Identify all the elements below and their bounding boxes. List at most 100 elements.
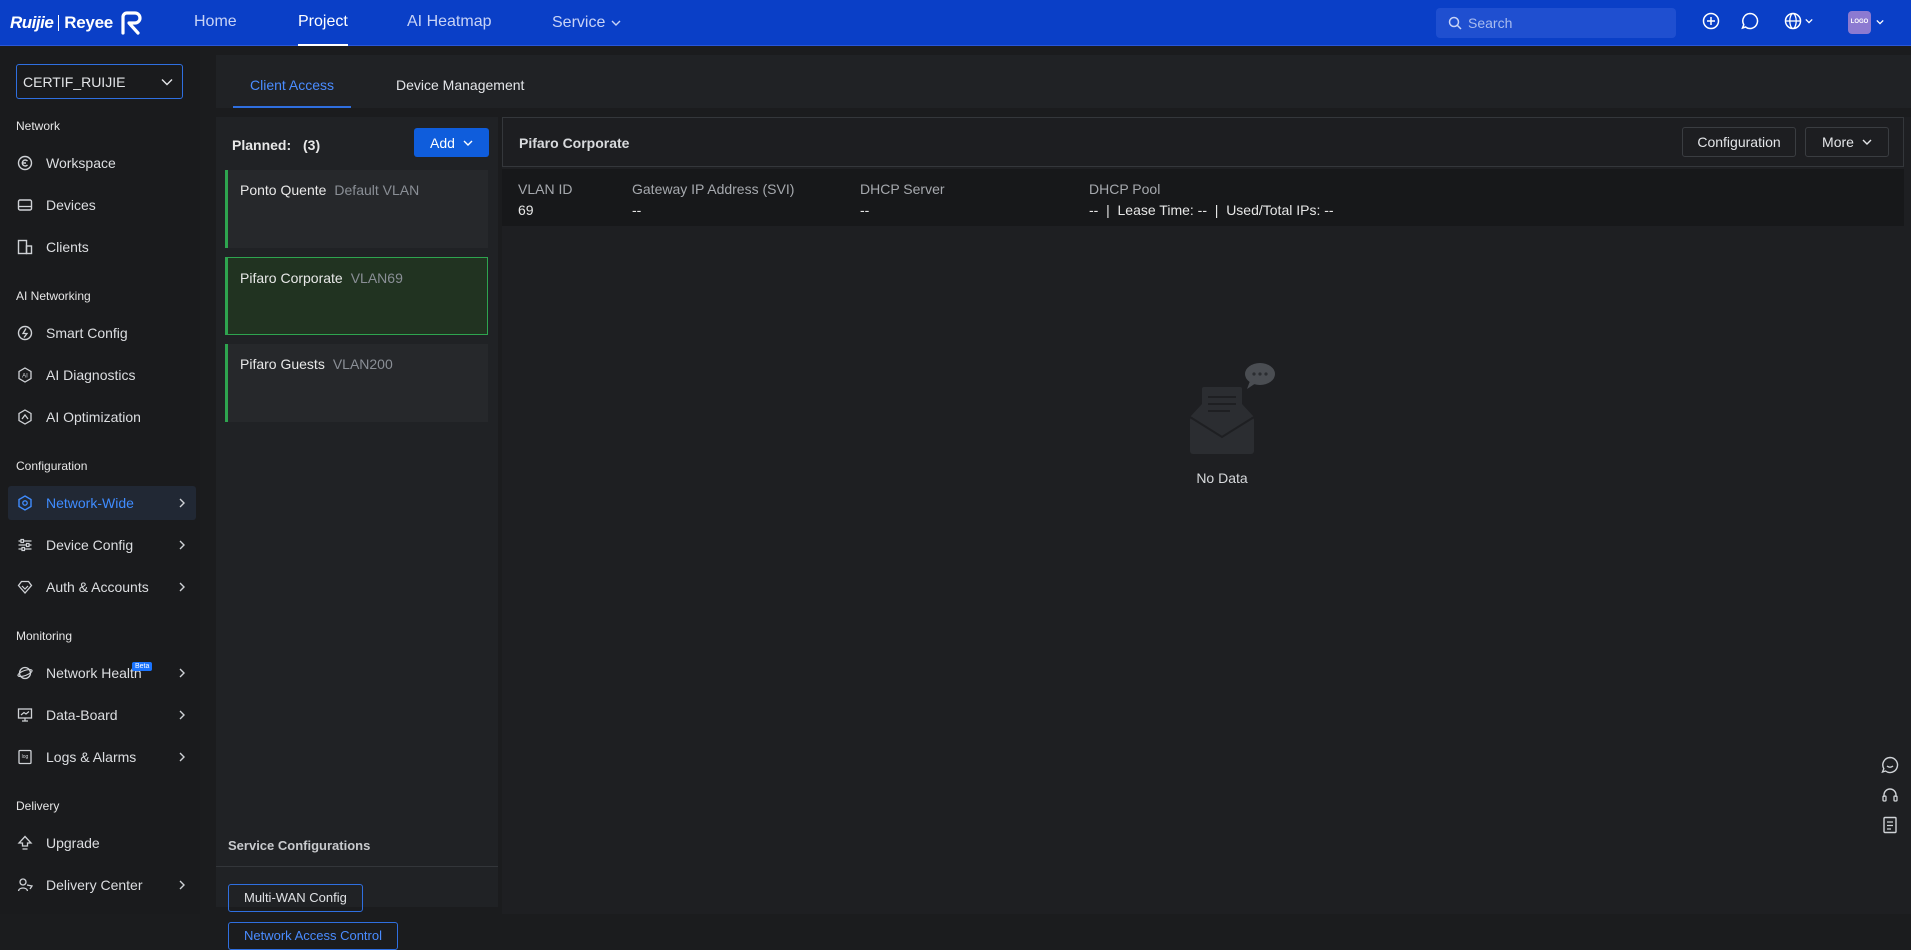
- detail-title: Pifaro Corporate: [519, 135, 630, 151]
- sidebar-item-label: Clients: [46, 239, 89, 255]
- sidebar-item-ai-optimization[interactable]: AI Optimization: [8, 400, 196, 434]
- svg-text:log: log: [22, 754, 29, 760]
- sidebar-item-label: Upgrade: [46, 835, 100, 851]
- ai-diagnostics-icon: AI: [17, 367, 33, 383]
- section-ai-networking: AI Networking: [16, 289, 91, 303]
- vlan-card[interactable]: Ponto Quente Default VLAN: [225, 170, 488, 248]
- sidebar-item-clients[interactable]: Clients: [8, 230, 196, 264]
- network-wide-icon: [17, 495, 33, 511]
- chevron-right-icon: [178, 582, 186, 592]
- sidebar-item-devices[interactable]: Devices: [8, 188, 196, 222]
- device-icon: [17, 197, 33, 213]
- svg-text:AI: AI: [22, 374, 28, 380]
- upgrade-icon: [17, 835, 33, 851]
- vlan-card-selected[interactable]: Pifaro Corporate VLAN69: [225, 257, 488, 335]
- chevron-right-icon: [178, 540, 186, 550]
- vlan-id-label: Default VLAN: [334, 182, 420, 198]
- search-input[interactable]: [1468, 15, 1668, 31]
- workspace-icon: [17, 155, 33, 171]
- nav-home[interactable]: Home: [194, 0, 237, 46]
- sidebar-item-network-wide[interactable]: Network-Wide: [8, 486, 196, 520]
- divider: [216, 866, 498, 867]
- headset-icon[interactable]: [1881, 786, 1899, 804]
- gateway-value: --: [632, 202, 642, 218]
- chevron-down-icon: [611, 18, 621, 28]
- network-health-icon: [17, 665, 33, 681]
- chevron-down-icon: [160, 75, 174, 89]
- tab-client-access[interactable]: Client Access: [233, 77, 352, 108]
- message-icon[interactable]: [1741, 12, 1759, 30]
- section-network: Network: [16, 119, 61, 133]
- beta-badge: Beta: [132, 662, 153, 671]
- vlan-card[interactable]: Pifaro Guests VLAN200: [225, 344, 488, 422]
- chevron-down-icon: [1805, 17, 1813, 25]
- nav-service[interactable]: Service: [552, 0, 621, 46]
- vlan-id-label: VLAN200: [332, 356, 393, 372]
- diamond-icon: [17, 579, 33, 595]
- sidebar-item-network-health[interactable]: Network Health Beta: [8, 656, 196, 690]
- main-content: Client Access Device Management Planned:…: [216, 55, 1911, 950]
- network-access-control-button[interactable]: Network Access Control: [228, 922, 398, 950]
- service-configurations-title: Service Configurations: [228, 838, 371, 853]
- chevron-right-icon: [178, 498, 186, 508]
- sidebar-item-device-config[interactable]: Device Config: [8, 528, 196, 562]
- ai-optimization-icon: [17, 409, 33, 425]
- document-icon[interactable]: [1881, 816, 1899, 834]
- top-navigation-bar: Ruijie Reyee Home Project AI Heatmap Ser…: [0, 0, 1911, 46]
- configuration-button[interactable]: Configuration: [1682, 127, 1796, 157]
- empty-inbox-icon: [1152, 362, 1292, 462]
- chevron-right-icon: [178, 668, 186, 678]
- avatar[interactable]: LOGO: [1848, 11, 1871, 34]
- logo-brand-text: Ruijie: [10, 13, 54, 32]
- nav-ai-heatmap[interactable]: AI Heatmap: [407, 0, 491, 46]
- gateway-header: Gateway IP Address (SVI): [632, 181, 795, 197]
- monitor-icon: [17, 707, 33, 723]
- sidebar-item-workspace[interactable]: Workspace: [8, 146, 196, 180]
- add-button[interactable]: Add: [414, 128, 489, 157]
- nav-service-label: Service: [552, 14, 606, 31]
- chevron-right-icon: [178, 710, 186, 720]
- chat-icon[interactable]: [1880, 756, 1899, 774]
- project-selector[interactable]: CERTIF_RUIJIE: [16, 64, 183, 99]
- dhcp-pool-header: DHCP Pool: [1089, 181, 1161, 197]
- sidebar-item-smart-config[interactable]: Smart Config: [8, 316, 196, 350]
- language-selector[interactable]: [1784, 12, 1813, 30]
- empty-state: No Data: [1152, 362, 1292, 486]
- add-circle-icon[interactable]: [1702, 12, 1720, 30]
- planned-label: Planned:: [232, 137, 292, 153]
- vlan-list-panel: Planned: (3) Add Ponto Quente Default VLA…: [216, 117, 498, 950]
- search-box[interactable]: [1436, 8, 1676, 38]
- chevron-down-icon: [1862, 137, 1872, 147]
- section-configuration: Configuration: [16, 459, 88, 473]
- add-button-label: Add: [430, 134, 455, 151]
- planned-count: Planned: (3): [232, 137, 320, 153]
- search-icon: [1448, 16, 1462, 30]
- chevron-right-icon: [178, 752, 186, 762]
- sidebar-item-data-board[interactable]: Data-Board: [8, 698, 196, 732]
- sidebar-item-ai-diagnostics[interactable]: AI AI Diagnostics: [8, 358, 196, 392]
- tabs-bar: Client Access Device Management: [216, 55, 1911, 108]
- logo-separator: [58, 15, 60, 31]
- sidebar-item-auth-accounts[interactable]: Auth & Accounts: [8, 570, 196, 604]
- vlan-name: Pifaro Guests: [240, 356, 325, 372]
- avatar-chevron-down-icon[interactable]: [1876, 18, 1884, 26]
- more-button[interactable]: More: [1805, 127, 1889, 157]
- section-monitoring: Monitoring: [16, 629, 73, 643]
- dhcp-pool-value: -- | Lease Time: -- | Used/Total IPs: --: [1089, 202, 1334, 218]
- tab-device-management[interactable]: Device Management: [396, 77, 524, 108]
- sidebar-item-upgrade[interactable]: Upgrade: [8, 826, 196, 860]
- sidebar-item-label: Delivery Center: [46, 877, 143, 893]
- sidebar-item-label: AI Optimization: [46, 409, 141, 425]
- vlan-name: Pifaro Corporate: [240, 270, 343, 286]
- sidebar-item-delivery-center[interactable]: Delivery Center: [8, 868, 196, 902]
- sidebar-item-label: Logs & Alarms: [46, 749, 137, 765]
- nav-project[interactable]: Project: [298, 0, 348, 46]
- sidebar-item-logs-alarms[interactable]: log Logs & Alarms: [8, 740, 196, 774]
- vlan-detail-panel: Pifaro Corporate Configuration More VLAN…: [502, 117, 1911, 914]
- ruijie-reyee-logo[interactable]: Ruijie Reyee: [10, 8, 143, 38]
- sidebar-item-label: Smart Config: [46, 325, 128, 341]
- more-button-label: More: [1822, 134, 1854, 150]
- multi-wan-config-button[interactable]: Multi-WAN Config: [228, 884, 363, 912]
- sidebar-item-label: Workspace: [46, 155, 116, 171]
- sidebar-item-label: Network-Wide: [46, 495, 134, 511]
